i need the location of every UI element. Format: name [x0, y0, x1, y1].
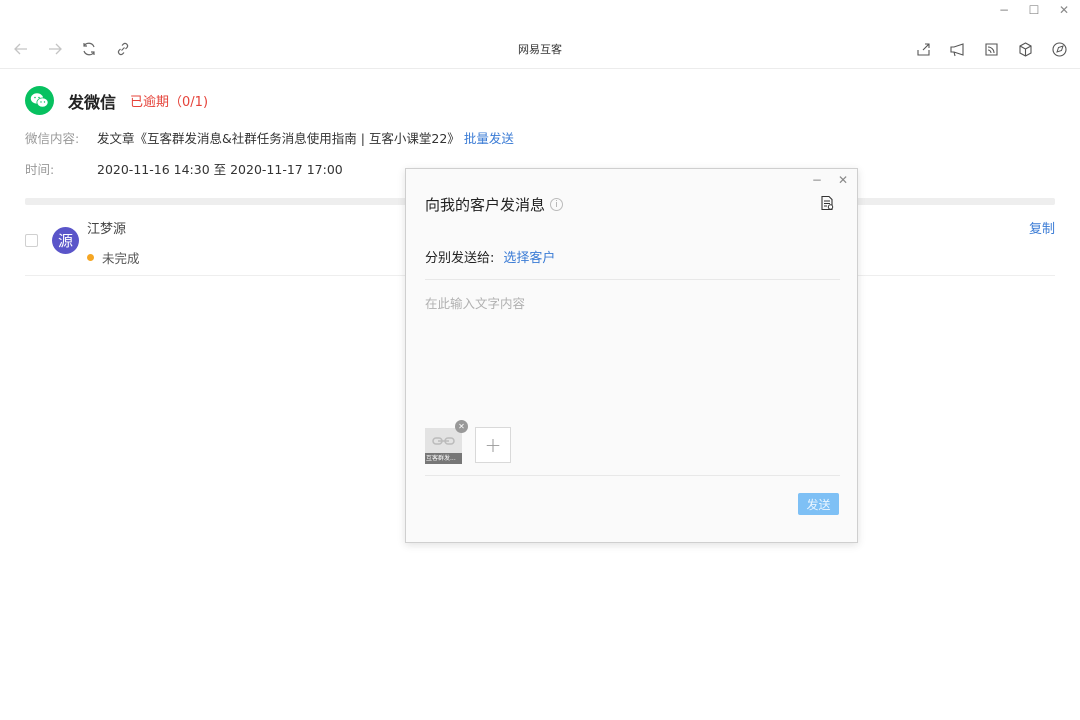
nav-icons [12, 40, 132, 58]
toolbar: 网易互客 [0, 30, 1080, 68]
send-button[interactable]: 发送 [798, 493, 839, 515]
share-icon[interactable] [914, 40, 932, 58]
send-to-row: 分别发送给: 选择客户 [425, 247, 555, 266]
time-value: 2020-11-16 14:30 至 2020-11-17 17:00 [97, 162, 343, 177]
maximize-window-button[interactable]: ☐ [1026, 2, 1042, 18]
time-label: 时间: [25, 162, 55, 177]
task-title: 发微信 [68, 92, 117, 112]
toolbar-right-icons [914, 40, 1068, 58]
announce-icon[interactable] [948, 40, 966, 58]
feed-icon[interactable] [982, 40, 1000, 58]
dialog-close-button[interactable]: ✕ [838, 173, 848, 187]
attachment-thumbnail[interactable]: 互客群发... [425, 428, 462, 464]
content-value: 发文章《互客群发消息&社群任务消息使用指南 | 互客小课堂22》 [97, 131, 460, 146]
minimize-window-button[interactable]: − [996, 2, 1012, 18]
close-window-button[interactable]: ✕ [1056, 2, 1072, 18]
refresh-icon[interactable] [80, 40, 98, 58]
remove-attachment-icon[interactable]: ✕ [455, 420, 468, 433]
toolbar-divider [0, 68, 1080, 69]
dialog-title-text: 向我的客户发消息 [425, 196, 546, 214]
avatar: 源 [52, 227, 79, 254]
content-row: 微信内容: 发文章《互客群发消息&社群任务消息使用指南 | 互客小课堂22》 批… [25, 128, 514, 147]
customer-name: 江梦源 [87, 222, 127, 237]
batch-send-link[interactable]: 批量发送 [464, 128, 514, 147]
attachment-label: 互客群发... [425, 453, 462, 464]
link-icon[interactable] [114, 40, 132, 58]
task-header: 发微信 已逾期（0/1) [25, 86, 208, 115]
dialog-divider [425, 279, 840, 280]
content-label: 微信内容: [25, 131, 80, 146]
link-icon [432, 437, 455, 445]
info-icon[interactable]: i [550, 198, 564, 211]
select-customers-link[interactable]: 选择客户 [503, 247, 555, 266]
customer-status: 未完成 [87, 248, 140, 267]
forward-arrow-icon[interactable] [46, 40, 64, 58]
dialog-minimize-button[interactable]: − [812, 173, 822, 187]
copy-link[interactable]: 复制 [1029, 218, 1055, 237]
compass-icon[interactable] [1050, 40, 1068, 58]
message-input[interactable] [425, 293, 840, 403]
back-arrow-icon[interactable] [12, 40, 30, 58]
dialog-controls: − ✕ [812, 173, 848, 187]
overdue-status: 已逾期（0/1) [130, 95, 209, 110]
time-row: 时间: 2020-11-16 14:30 至 2020-11-17 17:00 [25, 159, 343, 178]
send-to-label: 分别发送给: [425, 251, 495, 266]
customer-checkbox[interactable] [25, 234, 38, 247]
customer-status-text: 未完成 [102, 251, 140, 266]
window-controls: − ☐ ✕ [996, 2, 1072, 18]
send-message-dialog: − ✕ 向我的客户发消息 i 分别发送给: 选择客户 互客群发... ✕ + 发… [405, 168, 858, 543]
dialog-divider-bottom [425, 475, 840, 476]
status-dot-icon [87, 254, 94, 261]
add-attachment-button[interactable]: + [475, 427, 511, 463]
dialog-title: 向我的客户发消息 i [425, 194, 564, 215]
cube-icon[interactable] [1016, 40, 1034, 58]
document-icon[interactable] [819, 195, 835, 211]
wechat-icon [25, 86, 54, 115]
